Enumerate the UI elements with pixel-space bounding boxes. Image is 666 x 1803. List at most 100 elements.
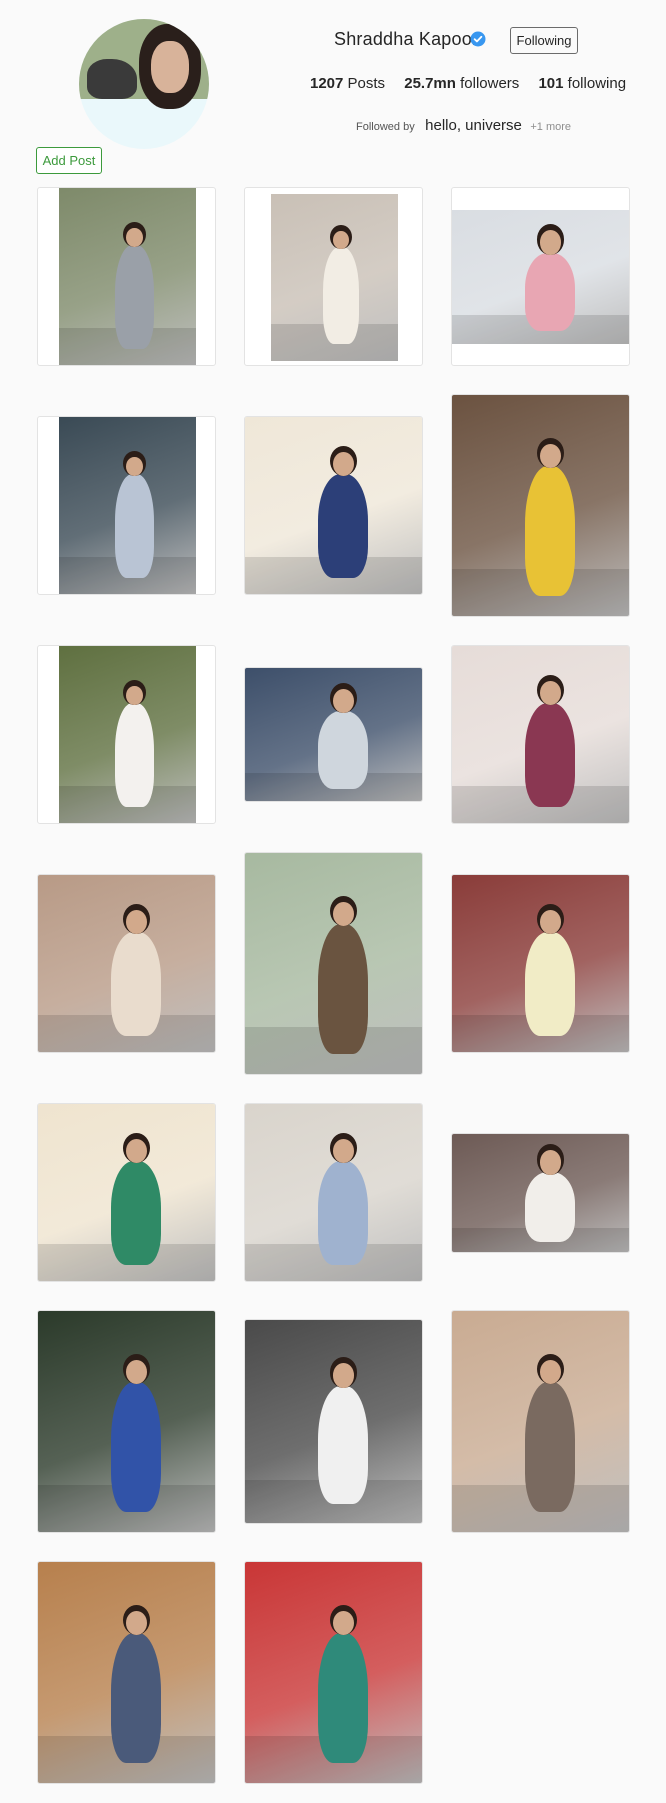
photo-person-head: [125, 1610, 148, 1636]
photo-person-head: [332, 901, 355, 927]
stat-following[interactable]: 101 following: [538, 75, 626, 92]
post-tile[interactable]: [244, 416, 423, 595]
add-post-button[interactable]: Add Post: [36, 147, 102, 174]
post-photo: [245, 668, 422, 801]
photo-person-body: [111, 932, 162, 1037]
stat-following-label: following: [567, 75, 627, 92]
photo-person-head: [126, 457, 143, 476]
stat-posts-value: 1207: [310, 75, 344, 92]
post-tile[interactable]: [244, 1103, 423, 1282]
post-photo: [452, 875, 629, 1052]
verified-badge-icon: [470, 31, 486, 47]
photo-person-body: [525, 252, 576, 331]
post-tile[interactable]: [37, 416, 216, 595]
following-button[interactable]: Following: [510, 27, 578, 54]
photo-person-body: [115, 245, 154, 350]
photo-person-head: [539, 443, 562, 469]
photo-person-body: [525, 466, 576, 596]
photo-person-body: [318, 1385, 369, 1505]
post-tile[interactable]: [244, 852, 423, 1075]
post-tile[interactable]: [37, 187, 216, 366]
post-tile[interactable]: [244, 187, 423, 366]
stat-followers[interactable]: 25.7mn followers: [404, 75, 519, 92]
post-photo: [38, 875, 215, 1052]
post-tile[interactable]: [451, 394, 630, 617]
post-tile[interactable]: [244, 1319, 423, 1524]
stat-posts-label: Posts: [347, 75, 386, 92]
profile-header: Shraddha Kapoor Following 1207 Posts 25.…: [0, 0, 666, 190]
photo-person-body: [323, 247, 359, 345]
photo-person-body: [525, 1382, 576, 1512]
photo-person-body: [525, 1172, 576, 1242]
post-photo: [59, 646, 196, 823]
post-tile[interactable]: [37, 1103, 216, 1282]
photo-person-head: [332, 230, 349, 250]
post-tile[interactable]: [451, 874, 630, 1053]
photo-person-head: [332, 688, 355, 714]
stat-followers-value: 25.7mn: [404, 75, 456, 92]
photo-person-body: [115, 703, 154, 808]
post-photo: [245, 1104, 422, 1281]
photo-person-head: [332, 1138, 355, 1164]
post-tile[interactable]: [37, 1310, 216, 1533]
photo-person-head: [332, 1610, 355, 1636]
photo-person-body: [525, 703, 576, 808]
photo-person-body: [111, 1633, 162, 1763]
post-tile[interactable]: [37, 645, 216, 824]
post-tile[interactable]: [451, 645, 630, 824]
post-photo: [452, 1311, 629, 1532]
profile-username: Shraddha Kapoor: [334, 29, 479, 49]
post-tile[interactable]: [451, 187, 630, 366]
post-tile[interactable]: [244, 1561, 423, 1784]
photo-person-head: [539, 680, 562, 706]
photo-person-body: [318, 924, 369, 1054]
profile-avatar[interactable]: [79, 19, 209, 149]
photo-person-head: [539, 1359, 562, 1385]
post-photo: [38, 1104, 215, 1281]
photo-person-head: [539, 1149, 562, 1175]
post-tile[interactable]: [244, 667, 423, 802]
post-photo: [452, 1134, 629, 1252]
photo-person-body: [111, 1161, 162, 1266]
followed-by-names[interactable]: hello, universe: [425, 117, 522, 134]
photo-person-head: [125, 1138, 148, 1164]
photo-person-head: [126, 686, 143, 705]
post-photo: [452, 210, 629, 344]
post-tile[interactable]: [451, 1310, 630, 1533]
avatar-dog-shape: [87, 59, 137, 99]
post-photo: [452, 395, 629, 616]
post-photo: [271, 194, 398, 361]
post-photo: [245, 417, 422, 594]
photo-person-head: [539, 909, 562, 935]
post-photo: [38, 1311, 215, 1532]
avatar-face-shape: [151, 41, 189, 93]
photo-person-body: [318, 1161, 369, 1266]
stat-posts[interactable]: 1207 Posts: [310, 75, 385, 92]
photo-person-head: [126, 228, 143, 247]
post-photo: [59, 188, 196, 365]
post-tile[interactable]: [37, 874, 216, 1053]
profile-stats: 1207 Posts 25.7mn followers 101 followin…: [310, 75, 641, 92]
photo-person-head: [332, 451, 355, 477]
photo-person-body: [318, 474, 369, 579]
stat-followers-label: followers: [460, 75, 520, 92]
stat-following-value: 101: [538, 75, 564, 92]
post-photo: [452, 646, 629, 823]
photo-person-head: [332, 1363, 355, 1388]
post-photo: [245, 1320, 422, 1523]
photo-person-head: [125, 909, 148, 935]
photo-person-head: [125, 1359, 148, 1385]
photo-person-body: [115, 474, 154, 579]
photo-person-body: [318, 711, 369, 790]
photo-person-body: [111, 1382, 162, 1512]
post-photo: [38, 1562, 215, 1783]
photo-person-body: [525, 932, 576, 1037]
post-photo: [245, 853, 422, 1074]
post-tile[interactable]: [37, 1561, 216, 1784]
post-photo: [245, 1562, 422, 1783]
followed-by-label: Followed by: [356, 121, 415, 133]
photo-person-head: [539, 230, 562, 255]
post-tile[interactable]: [451, 1133, 630, 1253]
followed-by-more[interactable]: +1 more: [530, 121, 571, 133]
followed-by: Followed by hello, universe +1 more: [356, 117, 571, 135]
